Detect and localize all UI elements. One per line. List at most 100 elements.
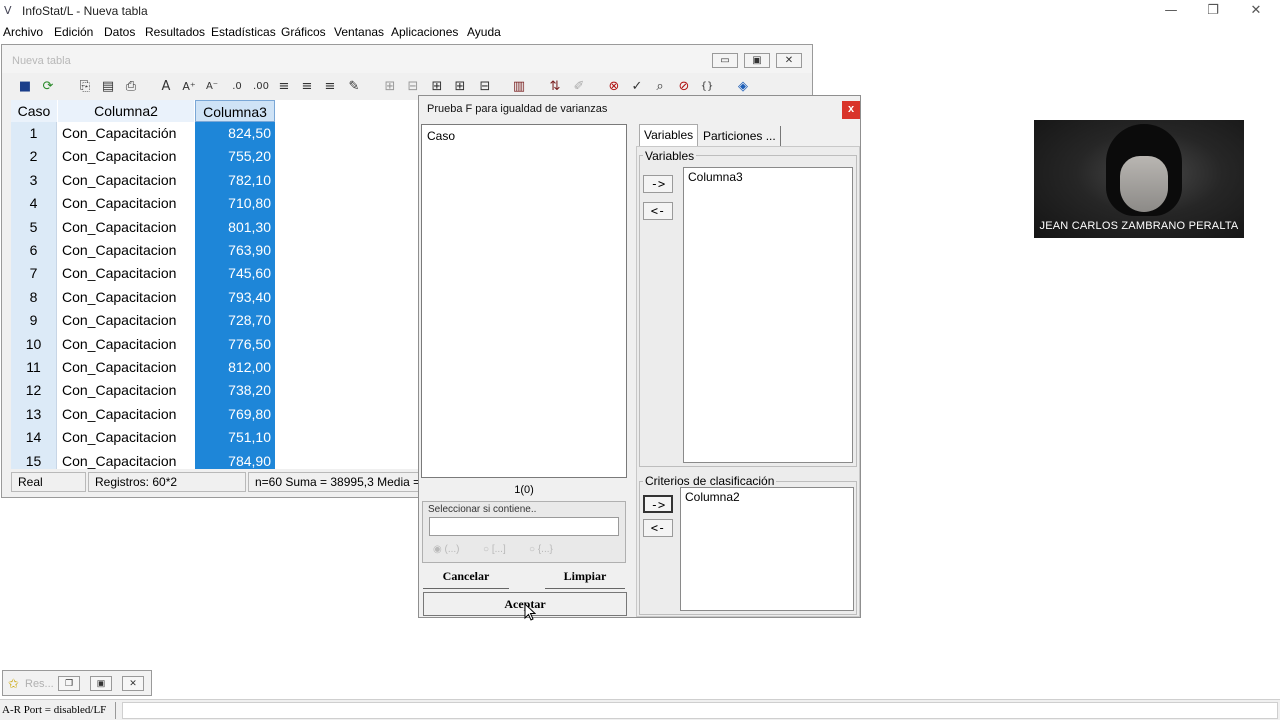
menu-datos[interactable]: Datos <box>104 25 135 39</box>
tab-variables[interactable]: Variables <box>639 124 699 146</box>
table-row[interactable]: 8 Con_Capacitacion 793,40 <box>11 285 421 310</box>
clear-button[interactable]: Limpiar <box>545 565 625 589</box>
header-columna2[interactable]: Columna2 <box>58 100 194 122</box>
cell-columna2[interactable]: Con_Capacitacion <box>58 215 194 239</box>
cell-columna2[interactable]: Con_Capacitacion <box>58 239 194 263</box>
table-row[interactable]: 2 Con_Capacitacion 755,20 <box>11 145 421 169</box>
paste-icon[interactable]: ▤ <box>99 78 117 96</box>
dialog-title-bar[interactable]: Prueba F para igualdad de varianzas x <box>419 96 860 122</box>
variables-list[interactable]: Columna3 <box>683 167 853 463</box>
palette-icon[interactable]: ◈ <box>734 78 752 96</box>
close-window-button[interactable]: ✕ <box>122 676 144 691</box>
cell-caso[interactable]: 4 <box>11 192 57 216</box>
radio-parentheses[interactable]: ◉ (...) <box>433 544 460 555</box>
save-icon[interactable]: ■ <box>16 78 34 96</box>
cell-columna3[interactable]: 776,50 <box>195 332 275 356</box>
copy-icon[interactable]: ⎘ <box>76 78 94 96</box>
table-row[interactable]: 9 Con_Capacitacion 728,70 <box>11 309 421 333</box>
radio-brackets[interactable]: ○ [...] <box>483 544 506 555</box>
list-item[interactable]: Caso <box>427 129 455 143</box>
list-item[interactable]: Columna2 <box>685 490 740 504</box>
cell-columna3[interactable]: 801,30 <box>195 215 275 239</box>
cell-caso[interactable]: 7 <box>11 262 57 286</box>
cell-columna3[interactable]: 755,20 <box>195 145 275 169</box>
add-column-icon[interactable]: ⊞ <box>451 78 469 96</box>
cell-columna2[interactable]: Con_Capacitacion <box>58 168 194 193</box>
table-row[interactable]: 6 Con_Capacitacion 763,90 <box>11 239 421 263</box>
cancel-button[interactable]: Cancelar <box>423 565 509 589</box>
table-row[interactable]: 12 Con_Capacitacion 738,20 <box>11 379 421 403</box>
data-grid[interactable]: Caso Columna2 Columna3 1 Con_Capacitació… <box>11 100 421 469</box>
cell-caso[interactable]: 9 <box>11 309 57 333</box>
add-variable-button[interactable]: -> <box>643 175 673 193</box>
menu-ayuda[interactable]: Ayuda <box>467 25 501 39</box>
available-variables-list[interactable]: Caso <box>421 124 627 478</box>
table-row[interactable]: 4 Con_Capacitacion 710,80 <box>11 192 421 216</box>
cell-caso[interactable]: 3 <box>11 168 57 193</box>
brackets-icon[interactable]: {} <box>698 78 716 96</box>
cell-columna2[interactable]: Con_Capacitación <box>58 122 194 146</box>
cell-columna2[interactable]: Con_Capacitacion <box>58 356 194 380</box>
close-icon[interactable]: ✕ <box>1242 2 1270 20</box>
tab-particiones[interactable]: Particiones ... <box>699 126 781 148</box>
cell-columna3[interactable]: 745,60 <box>195 262 275 286</box>
print-icon[interactable]: ⎙ <box>122 78 140 96</box>
menu-edicion[interactable]: Edición <box>54 25 93 39</box>
filter-off-icon[interactable]: ⊗ <box>605 78 623 96</box>
cell-columna3[interactable]: 728,70 <box>195 309 275 333</box>
cell-caso[interactable]: 8 <box>11 285 57 310</box>
table-row[interactable]: 3 Con_Capacitacion 782,10 <box>11 168 421 193</box>
add-criteria-button[interactable]: -> <box>643 495 673 513</box>
table-row[interactable]: 14 Con_Capacitacion 751,10 <box>11 426 421 450</box>
cell-columna2[interactable]: Con_Capacitacion <box>58 379 194 403</box>
check-icon[interactable]: ✓ <box>628 78 646 96</box>
menu-archivo[interactable]: Archivo <box>3 25 43 39</box>
font-increase-icon[interactable]: A⁺ <box>180 78 198 96</box>
cell-columna3[interactable]: 824,50 <box>195 122 275 146</box>
cell-columna2[interactable]: Con_Capacitacion <box>58 262 194 286</box>
cell-columna3[interactable]: 738,20 <box>195 379 275 403</box>
cell-caso[interactable]: 2 <box>11 145 57 169</box>
cell-columna3[interactable]: 793,40 <box>195 285 275 310</box>
maximize-window-button[interactable]: ▣ <box>90 676 112 691</box>
dialog-close-button[interactable]: x <box>842 101 860 119</box>
cell-columna3[interactable]: 710,80 <box>195 192 275 216</box>
radio-braces[interactable]: ○ {...} <box>529 544 553 555</box>
cell-caso[interactable]: 12 <box>11 379 57 403</box>
columns-icon[interactable]: ▥ <box>510 78 528 96</box>
cell-columna2[interactable]: Con_Capacitacion <box>58 402 194 427</box>
cell-columna3[interactable]: 763,90 <box>195 239 275 263</box>
cell-caso[interactable]: 14 <box>11 426 57 450</box>
font-icon[interactable]: A <box>157 78 175 96</box>
cell-columna3[interactable]: 769,80 <box>195 402 275 427</box>
remove-variable-button[interactable]: <- <box>643 202 673 220</box>
refresh-icon[interactable]: ⟳ <box>39 78 57 96</box>
cell-caso[interactable]: 5 <box>11 215 57 239</box>
list-item[interactable]: Columna3 <box>688 170 743 184</box>
align-center-icon[interactable]: ≡ <box>298 78 316 96</box>
cell-columna2[interactable]: Con_Capacitacion <box>58 449 194 469</box>
restore-icon[interactable]: ❐ <box>1199 2 1227 20</box>
child-close-button[interactable]: ✕ <box>776 53 802 68</box>
remove-criteria-button[interactable]: <- <box>643 519 673 537</box>
cell-caso[interactable]: 13 <box>11 402 57 427</box>
cell-caso[interactable]: 1 <box>11 122 57 146</box>
delete-column-icon[interactable]: ⊟ <box>476 78 494 96</box>
menu-ventanas[interactable]: Ventanas <box>334 25 384 39</box>
menu-graficos[interactable]: Gráficos <box>281 25 326 39</box>
menu-estadisticas[interactable]: Estadísticas <box>211 25 276 39</box>
cell-columna2[interactable]: Con_Capacitacion <box>58 145 194 169</box>
criteria-list[interactable]: Columna2 <box>680 487 854 611</box>
cell-columna2[interactable]: Con_Capacitacion <box>58 332 194 356</box>
minimize-icon[interactable]: — <box>1157 2 1185 20</box>
table-row[interactable]: 1 Con_Capacitación 824,50 <box>11 122 421 146</box>
delete-row-icon[interactable]: ⊟ <box>404 78 422 96</box>
cell-columna2[interactable]: Con_Capacitacion <box>58 309 194 333</box>
cell-caso[interactable]: 11 <box>11 356 57 380</box>
minimized-results-window[interactable]: ✩ Res... ❐ ▣ ✕ <box>2 670 152 696</box>
cell-columna3[interactable]: 784,90 <box>195 449 275 469</box>
cell-columna2[interactable]: Con_Capacitacion <box>58 192 194 216</box>
edit-icon[interactable]: ✐ <box>570 78 588 96</box>
table-row[interactable]: 11 Con_Capacitacion 812,00 <box>11 356 421 380</box>
menu-aplicaciones[interactable]: Aplicaciones <box>391 25 458 39</box>
